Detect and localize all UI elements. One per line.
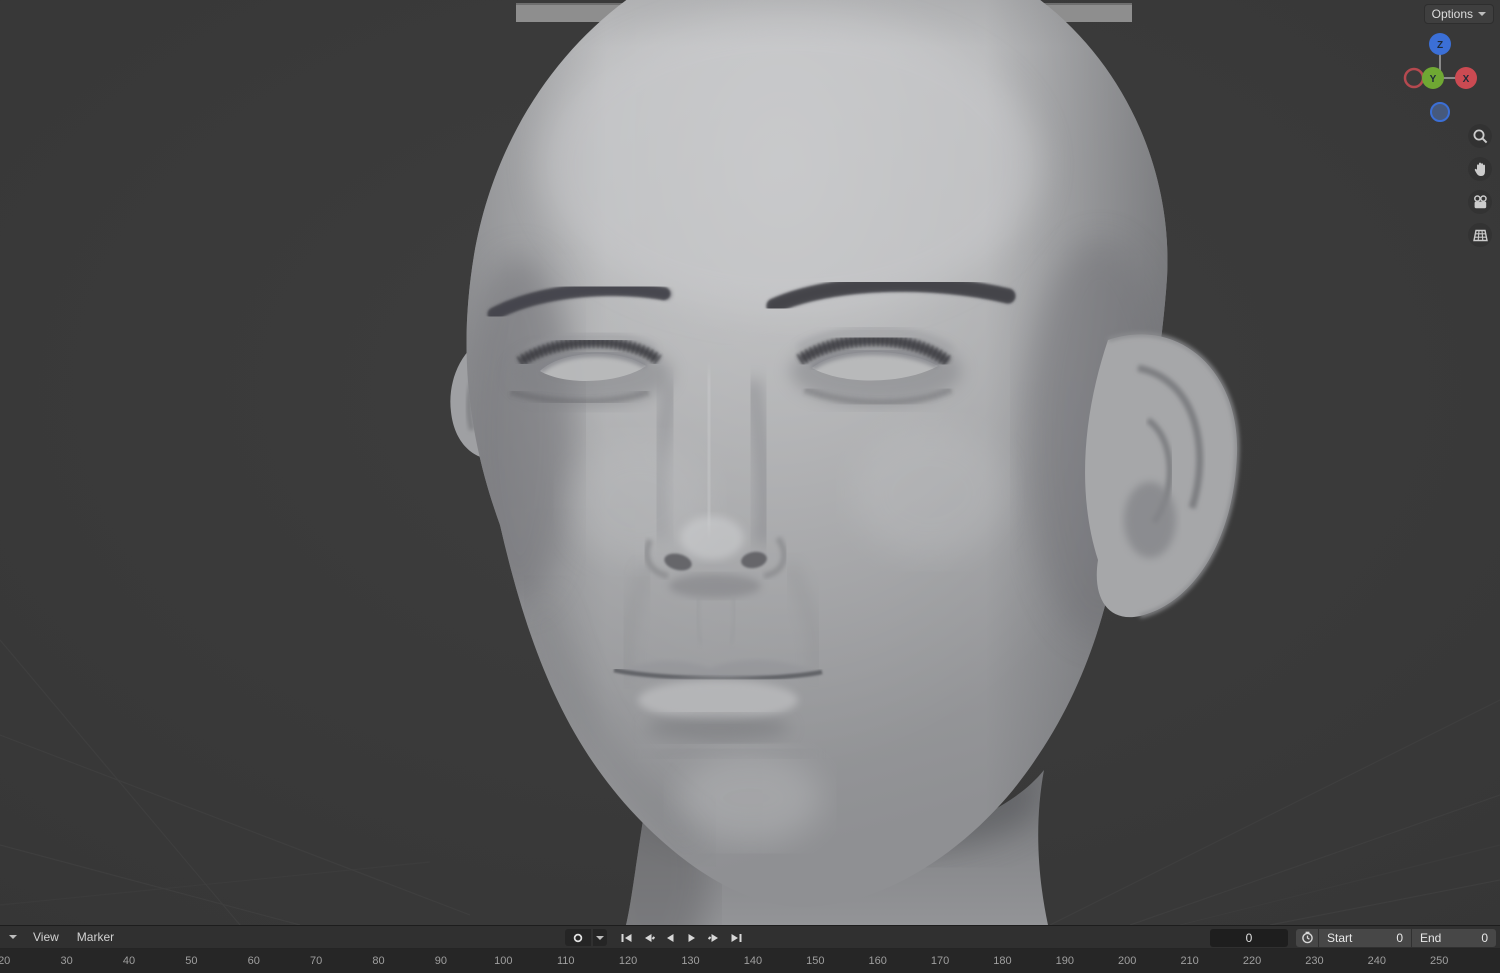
record-icon: [573, 933, 583, 942]
svg-text:X: X: [1463, 74, 1470, 85]
previous-keyframe-button[interactable]: [638, 929, 658, 947]
start-frame-field[interactable]: Start 0: [1319, 928, 1411, 947]
svg-text:Y: Y: [1430, 74, 1437, 85]
record-button[interactable]: [565, 929, 591, 946]
timeline-frame-label: 240: [1367, 955, 1386, 967]
toggle-grid-button[interactable]: [1468, 223, 1492, 247]
timeline-editor: View Marker 0 Start 0 End 0 20 30 40 50 …: [0, 925, 1500, 973]
timeline-frame-label: 150: [806, 955, 825, 967]
current-frame-field[interactable]: 0: [1210, 928, 1288, 947]
timeline-menu-item[interactable]: View: [24, 928, 68, 946]
editor-type-button[interactable]: [4, 928, 22, 946]
timeline-frame-label: 130: [681, 955, 700, 967]
chevron-down-icon: [596, 935, 604, 940]
play-reverse-button[interactable]: [660, 929, 680, 947]
frame-range-controls: 0 Start 0 End 0: [1210, 928, 1496, 947]
timeline-frame-label: 200: [1118, 955, 1137, 967]
timeline-frame-label: 220: [1242, 955, 1262, 967]
end-frame-value: 0: [1481, 930, 1488, 945]
keying-set-dropdown[interactable]: [593, 929, 607, 946]
axis-z-positive[interactable]: Z: [1429, 33, 1451, 55]
clock-icon: [1301, 931, 1313, 944]
hand-icon: [1474, 162, 1485, 176]
timeline-frame-label: 210: [1180, 955, 1199, 967]
use-preview-range-button[interactable]: [1296, 928, 1318, 947]
next-keyframe-button[interactable]: [704, 929, 724, 947]
blender-window: Options Z X Y View Marker 0 Start 0 End …: [0, 0, 1500, 973]
timeline-frame-label: 120: [618, 955, 638, 967]
timeline-frame-label: 50: [185, 955, 198, 967]
jump-to-start-icon: [621, 933, 631, 942]
camera-view-button[interactable]: [1468, 190, 1492, 214]
play-button[interactable]: [682, 929, 702, 947]
jump-to-end-button[interactable]: [726, 929, 746, 947]
play-icon: [688, 933, 695, 942]
playback-controls: [565, 926, 746, 949]
viewport-tool-column: [1468, 124, 1492, 247]
timeline-frame-label: 250: [1430, 955, 1449, 967]
chevron-down-icon: [1478, 12, 1486, 16]
next-keyframe-icon: [707, 933, 718, 942]
chevron-down-icon: [9, 935, 17, 939]
timeline-frame-label: 170: [930, 955, 950, 967]
options-label: Options: [1431, 7, 1473, 21]
end-frame-label: End: [1420, 930, 1442, 945]
play-reverse-icon: [667, 933, 674, 942]
axis-z-negative[interactable]: [1430, 102, 1450, 122]
svg-text:Z: Z: [1437, 40, 1443, 51]
start-frame-label: Start: [1327, 930, 1353, 945]
timeline-frame-label: 140: [743, 955, 763, 967]
timeline-header: View Marker 0 Start 0 End 0: [0, 926, 1500, 949]
timeline-frame-label: 80: [372, 955, 385, 967]
timeline-frame-label: 110: [556, 955, 575, 967]
timeline-frame-label: 70: [310, 955, 323, 967]
timeline-ruler[interactable]: 20 30 40 50 60 70 80 90 100 110 120 130 140 150 160 170…: [0, 949, 1500, 973]
timeline-frame-label: 160: [868, 955, 887, 967]
viewport-scene: [0, 0, 1500, 925]
jump-to-start-button[interactable]: [616, 929, 636, 947]
timeline-frame-label: 180: [993, 955, 1012, 967]
axis-y-positive[interactable]: Y: [1422, 67, 1444, 89]
timeline-menu-item[interactable]: Marker: [68, 928, 123, 946]
options-button[interactable]: Options: [1423, 4, 1494, 24]
camera-icon: [1473, 194, 1487, 208]
current-frame-value: 0: [1245, 930, 1253, 945]
timeline-frame-label: 230: [1305, 955, 1324, 967]
timeline-frame-label: 20: [0, 955, 11, 967]
grid-icon: [1472, 229, 1488, 241]
jump-to-end-icon: [731, 933, 741, 942]
pan-button[interactable]: [1468, 157, 1492, 181]
timeline-frame-label: 100: [494, 955, 513, 967]
zoom-button[interactable]: [1468, 124, 1492, 148]
start-frame-value: 0: [1396, 930, 1403, 945]
zoom-icon: [1473, 129, 1487, 143]
timeline-frame-label: 60: [247, 955, 260, 967]
axis-x-negative[interactable]: [1403, 67, 1425, 89]
timeline-menubar: View Marker: [24, 928, 123, 946]
axis-x-positive[interactable]: X: [1455, 67, 1477, 89]
timeline-frame-label: 190: [1055, 955, 1075, 967]
end-frame-field[interactable]: End 0: [1412, 928, 1496, 947]
previous-keyframe-icon: [644, 933, 655, 942]
3d-viewport[interactable]: Options Z X Y: [0, 0, 1500, 925]
timeline-frame-label: 40: [122, 955, 136, 967]
timeline-frame-label: 90: [434, 955, 448, 967]
timeline-frame-label: 30: [60, 955, 73, 967]
navigation-gizmo[interactable]: Z X Y: [1402, 30, 1478, 126]
